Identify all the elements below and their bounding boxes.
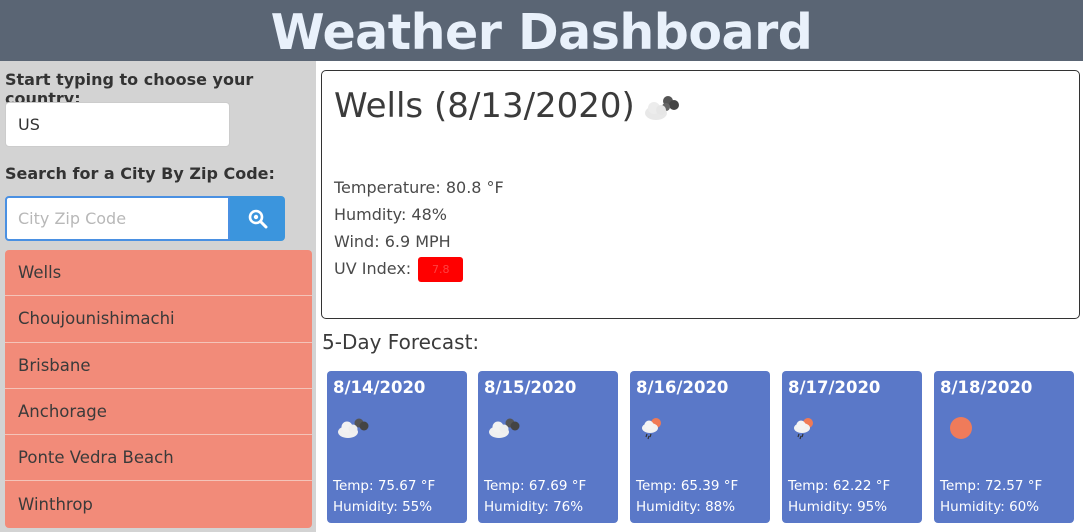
forecast-date: 8/16/2020 (636, 378, 729, 397)
city-item-anchorage[interactable]: Anchorage (5, 388, 312, 436)
rain-sun-icon (794, 418, 813, 440)
city-item-winthrop[interactable]: Winthrop (5, 481, 312, 528)
current-stats: Temperature: 80.8 °F Humdity: 48% Wind: … (334, 174, 504, 282)
city-history-list: Wells Choujounishimachi Brisbane Anchora… (5, 250, 312, 528)
country-input[interactable]: US (5, 102, 230, 147)
current-city-title: Wells (8/13/2020) (334, 86, 635, 126)
city-item-ponte-vedra-beach[interactable]: Ponte Vedra Beach (5, 435, 312, 482)
search-button[interactable] (230, 196, 285, 241)
uv-index-badge: 7.8 (418, 257, 464, 282)
country-input-value: US (18, 115, 40, 134)
forecast-title: 5-Day Forecast: (322, 330, 480, 354)
sun-icon (950, 417, 972, 439)
uv-label: UV Index: (334, 259, 412, 278)
forecast-card: 8/17/2020 Temp: 62.22 °F Humidity: 95% (782, 371, 922, 523)
forecast-date: 8/14/2020 (333, 378, 426, 397)
current-wind: Wind: 6.9 MPH (334, 232, 451, 251)
forecast-humidity: Humidity: 76% (484, 499, 584, 515)
cloudy-icon (489, 418, 520, 438)
forecast-humidity: Humidity: 88% (636, 499, 736, 515)
forecast-card: 8/15/2020 Temp: 67.69 °F Humidity: 76% (478, 371, 618, 523)
forecast-temp: Temp: 62.22 °F (788, 478, 891, 494)
forecast-humidity: Humidity: 55% (333, 499, 433, 515)
forecast-temp: Temp: 67.69 °F (484, 478, 587, 494)
current-uv: UV Index: 7.8 (334, 255, 504, 282)
forecast-temp: Temp: 65.39 °F (636, 478, 739, 494)
city-item-choujounishimachi[interactable]: Choujounishimachi (5, 296, 312, 343)
forecast-card: 8/18/2020 Temp: 72.57 °F Humidity: 60% (934, 371, 1074, 523)
current-humidity: Humdity: 48% (334, 205, 447, 224)
forecast-date: 8/17/2020 (788, 378, 881, 397)
forecast-card: 8/16/2020 Temp: 65.39 °F Humidity: 88% (630, 371, 770, 523)
forecast-date: 8/15/2020 (484, 378, 577, 397)
zip-input-placeholder: City Zip Code (18, 209, 127, 228)
forecast-humidity: Humidity: 60% (940, 499, 1040, 515)
zip-search-input[interactable]: City Zip Code (5, 196, 230, 241)
zip-label: Search for a City By Zip Code: (5, 164, 275, 183)
search-icon (248, 209, 267, 228)
page-title: Weather Dashboard (270, 4, 813, 61)
current-temperature: Temperature: 80.8 °F (334, 178, 504, 197)
city-item-brisbane[interactable]: Brisbane (5, 342, 312, 389)
cloudy-icon (338, 418, 369, 438)
forecast-date: 8/18/2020 (940, 378, 1033, 397)
city-item-wells[interactable]: Wells (5, 250, 312, 297)
forecast-temp: Temp: 75.67 °F (333, 478, 436, 494)
rain-sun-icon (642, 418, 661, 440)
current-weather-panel: Wells (8/13/2020) Temperature: 80.8 °F H… (321, 70, 1080, 319)
page-header: Weather Dashboard (0, 0, 1083, 61)
forecast-card: 8/14/2020 Temp: 75.67 °F Humidity: 55% (327, 371, 467, 523)
sidebar: Start typing to choose your country: US … (0, 61, 316, 532)
forecast-humidity: Humidity: 95% (788, 499, 888, 515)
forecast-temp: Temp: 72.57 °F (940, 478, 1043, 494)
cloudy-icon (645, 96, 679, 120)
